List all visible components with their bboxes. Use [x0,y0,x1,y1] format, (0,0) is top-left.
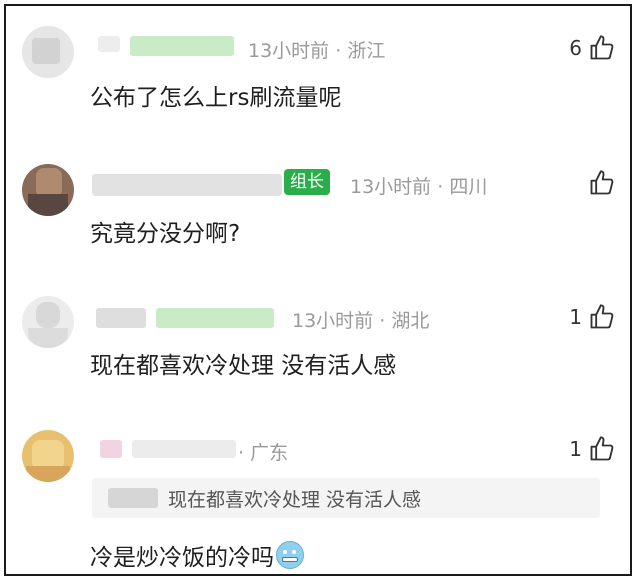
comment-text: 冷是炒冷饭的冷吗 [90,545,274,571]
comment-time: 13小时前 [248,40,330,62]
like-count: 1 [569,437,582,461]
comment-text: 究竟分没分啊? [90,221,241,247]
cold-face-emoji-icon [276,541,304,569]
meta-separator: · [437,176,444,198]
meta-separator: · [238,442,245,464]
quoted-text: 现在都喜欢冷处理 没有活人感 [168,489,422,511]
comment-list: 13小时前 · 浙江 公布了怎么上rs刷流量呢 6 组长 13小时前 · 四川 … [4,4,632,576]
username-blurred[interactable] [98,36,120,52]
avatar[interactable] [22,164,74,216]
thumbs-up-icon [590,304,614,329]
username-blurred[interactable] [156,308,274,328]
comment-time: 13小时前 [350,176,432,198]
comment-meta: · 广东 [238,438,288,465]
comment-meta: 13小时前 · 湖北 [292,306,429,333]
thumbs-up-icon [590,170,614,195]
comment-location: 广东 [250,442,289,464]
like-button[interactable]: 6 [569,33,616,63]
thumbs-up-icon [590,436,614,461]
comment-location: 浙江 [347,40,386,62]
avatar[interactable] [22,26,74,78]
comment-meta: 13小时前 · 浙江 [248,36,385,63]
username-blurred[interactable] [100,440,122,458]
username-blurred[interactable] [92,174,282,196]
meta-separator: · [379,310,386,332]
comment-location: 湖北 [391,310,430,332]
like-button[interactable]: 1 [569,434,616,464]
quoted-reply[interactable]: 现在都喜欢冷处理 没有活人感 [92,478,600,518]
like-count: 1 [569,305,582,329]
avatar[interactable] [22,296,74,348]
thumbs-up-icon [590,35,614,60]
username-blurred[interactable] [96,308,146,328]
comment-text: 公布了怎么上rs刷流量呢 [90,85,342,111]
like-count: 6 [569,36,582,60]
avatar[interactable] [22,430,74,482]
comment-text: 现在都喜欢冷处理 没有活人感 [90,353,397,379]
comment-location: 四川 [449,176,488,198]
group-leader-badge: 组长 [284,169,330,195]
comment-text-row: 冷是炒冷饭的冷吗 [90,538,304,572]
username-blurred[interactable] [132,440,236,458]
like-button[interactable]: 1 [569,302,616,332]
like-button[interactable] [582,168,616,198]
quoted-username-blurred [108,488,158,508]
comment-time: 13小时前 [292,310,374,332]
username-blurred[interactable] [130,36,234,56]
meta-separator: · [335,40,342,62]
comment-meta: 13小时前 · 四川 [350,172,487,199]
